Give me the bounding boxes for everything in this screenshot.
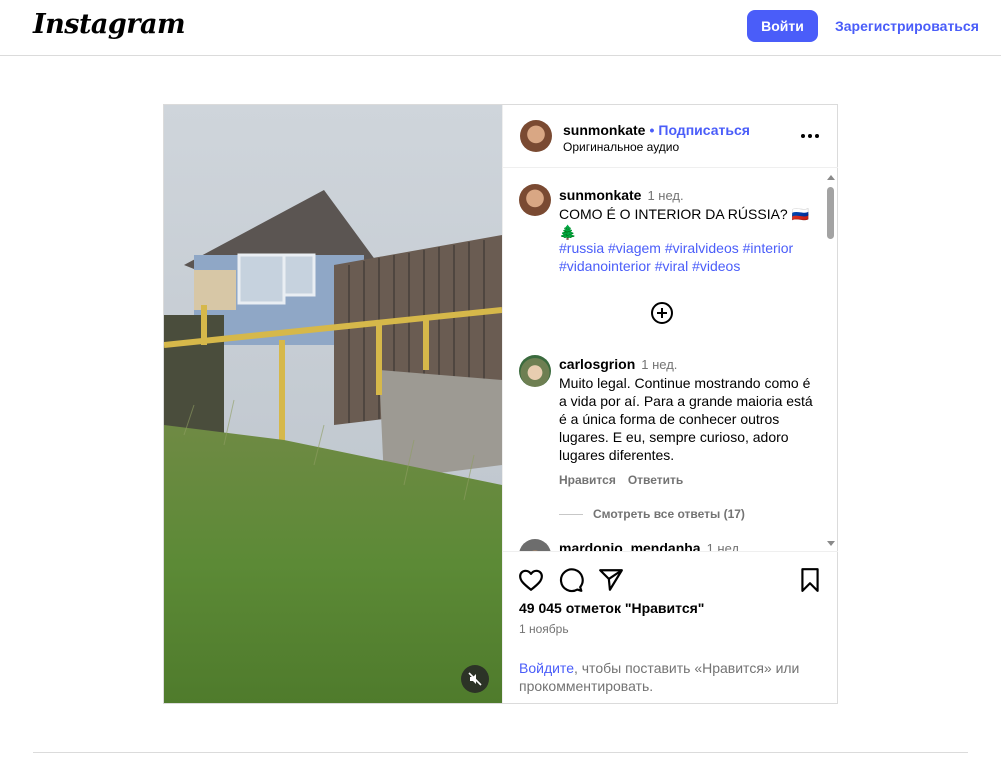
- post-actions-section: 49 045 отметок "Нравится" 1 ноябрь Войди…: [503, 551, 838, 703]
- caption-text: COMO É O INTERIOR DA RÚSSIA? 🇷🇺🌲: [559, 206, 810, 240]
- video-frame-illustration: [164, 105, 502, 703]
- caption-time: 1 нед.: [647, 188, 684, 203]
- login-prompt-link[interactable]: Войдите: [519, 660, 574, 676]
- signup-link[interactable]: Зарегистрироваться: [835, 18, 979, 34]
- scroll-up-arrow[interactable]: [827, 175, 835, 180]
- comment-avatar[interactable]: [519, 539, 551, 551]
- replies-divider: [559, 513, 583, 515]
- post-date[interactable]: 1 ноябрь: [519, 622, 569, 636]
- comment-actions: Нравится Ответить: [559, 473, 695, 487]
- top-nav: Instagram Войти Зарегистрироваться: [0, 0, 1001, 56]
- author-line: sunmonkate • Подписаться: [563, 122, 750, 138]
- follow-button[interactable]: Подписаться: [658, 122, 750, 138]
- comments-list[interactable]: sunmonkate 1 нед. COMO É O INTERIOR DA RÚ…: [503, 169, 838, 551]
- author-username[interactable]: sunmonkate: [563, 122, 645, 138]
- more-options-icon[interactable]: [801, 134, 819, 140]
- heart-icon[interactable]: [518, 567, 544, 593]
- login-prompt: Войдите, чтобы поставить «Нравится» или …: [519, 659, 819, 695]
- original-audio-link[interactable]: Оригинальное аудио: [563, 140, 679, 154]
- comment-like-button[interactable]: Нравится: [559, 473, 616, 487]
- caption-user-line: sunmonkate 1 нед.: [559, 187, 684, 203]
- comment-time: 1 нед.: [706, 541, 743, 551]
- footer-divider: [33, 752, 968, 753]
- bookmark-icon[interactable]: [797, 567, 823, 593]
- author-avatar[interactable]: [520, 120, 552, 152]
- comment-time: 1 нед.: [641, 357, 678, 372]
- login-button[interactable]: Войти: [747, 10, 818, 42]
- comment-text: Muito legal. Continue mostrando como é a…: [559, 375, 813, 463]
- post-card: sunmonkate • Подписаться Оригинальное ауди…: [163, 104, 838, 704]
- comment-icon[interactable]: [558, 567, 584, 593]
- post-side-panel: sunmonkate • Подписаться Оригинальное ауди…: [502, 105, 838, 703]
- instagram-logo[interactable]: Instagram: [33, 9, 186, 40]
- comment-user-line: mardonio_mendanha 1 нед.: [559, 540, 743, 551]
- view-replies-label: Смотреть все ответы (17): [593, 507, 745, 521]
- comment-username[interactable]: mardonio_mendanha: [559, 540, 701, 551]
- mute-toggle-button[interactable]: [461, 665, 489, 693]
- muted-speaker-icon: [468, 672, 482, 686]
- caption-hashtags[interactable]: #russia #viagem #viralvideos #interior #…: [559, 239, 817, 275]
- comment-user-line: carlosgrion 1 нед.: [559, 356, 677, 372]
- scroll-down-arrow[interactable]: [827, 541, 835, 546]
- separator-dot: •: [649, 122, 655, 138]
- post-header: sunmonkate • Подписаться Оригинальное ауди…: [503, 105, 838, 168]
- comment-username[interactable]: carlosgrion: [559, 356, 635, 372]
- caption-username[interactable]: sunmonkate: [559, 187, 641, 203]
- likes-count[interactable]: 49 045 отметок "Нравится": [519, 600, 704, 616]
- comment-avatar[interactable]: [519, 355, 551, 387]
- view-replies-button[interactable]: Смотреть все ответы (17): [559, 507, 745, 521]
- post-video[interactable]: [164, 105, 502, 703]
- caption-avatar[interactable]: [519, 184, 551, 216]
- comment-reply-button[interactable]: Ответить: [628, 473, 683, 487]
- plus-circle-icon[interactable]: [650, 301, 674, 325]
- scroll-thumb[interactable]: [827, 187, 834, 239]
- comments-scrollbar[interactable]: [824, 169, 836, 551]
- paper-plane-icon[interactable]: [598, 567, 624, 593]
